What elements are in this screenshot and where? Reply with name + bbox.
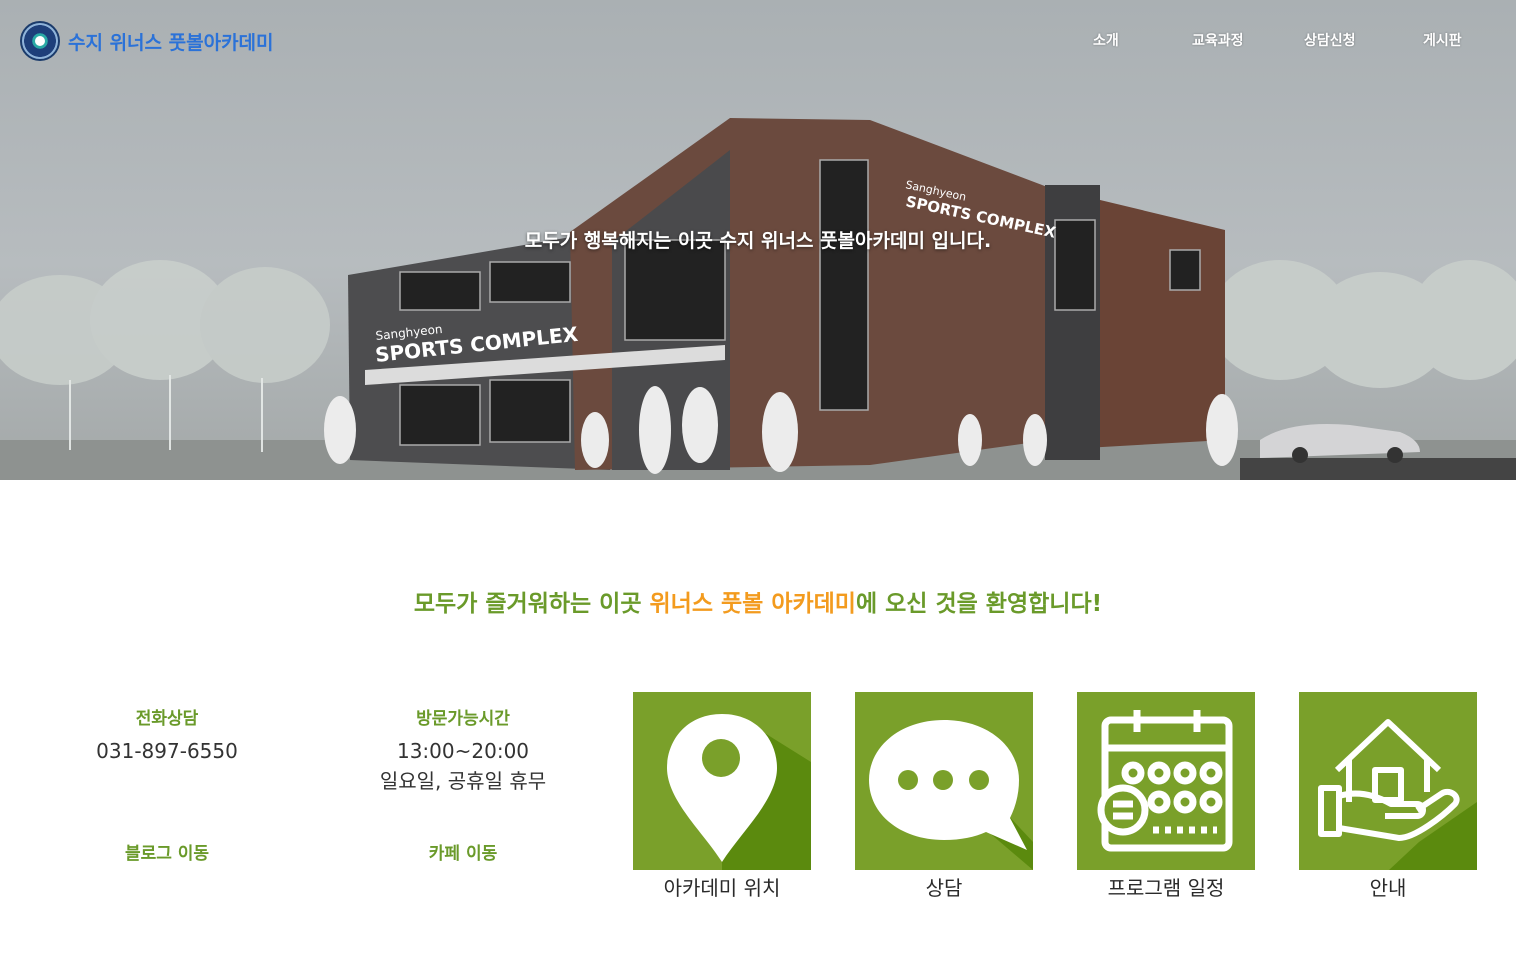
location-pin-icon — [667, 714, 811, 870]
top-navigation-bar: 수지 위너스 풋볼아카데미 소개 교육과정 상담신청 게시판 — [0, 0, 1516, 82]
hero-title: 모두가 행복해지는 이곳 수지 위너스 풋볼아카데미 입니다. — [524, 230, 992, 252]
tile-guide[interactable] — [1299, 692, 1477, 870]
nav-consult-request[interactable]: 상담신청 — [1304, 30, 1356, 50]
welcome-text-after: 에 오신 것을 환영합니다! — [855, 591, 1103, 617]
cafe-link[interactable]: 카페 이동 — [363, 839, 563, 864]
tile-caption-location[interactable]: 아카데미 위치 — [612, 872, 832, 901]
welcome-message: 모두가 즐거워하는 이곳 위너스 풋볼 아카데미에 오신 것을 환영합니다! — [0, 584, 1516, 618]
nav-board[interactable]: 게시판 — [1423, 30, 1462, 50]
phone-number: 031-897-6550 — [96, 739, 238, 763]
brand-name[interactable]: 수지 위너스 풋볼아카데미 — [68, 28, 274, 55]
phone-consult-label: 전화상담 — [135, 709, 199, 729]
tile-consultation[interactable] — [855, 692, 1033, 870]
chat-bubble-icon — [869, 720, 1033, 870]
tile-academy-location[interactable] — [633, 692, 811, 870]
welcome-highlight: 위너스 풋볼 아카데미 — [649, 591, 856, 617]
nav-intro[interactable]: 소개 — [1093, 30, 1119, 50]
closed-days-note: 일요일, 공휴일 휴무 — [379, 769, 547, 793]
tile-caption-consultation[interactable]: 상담 — [834, 872, 1054, 901]
blog-link[interactable]: 블로그 이동 — [67, 839, 267, 864]
calendar-icon — [1097, 710, 1233, 852]
welcome-text-before: 모두가 즐거워하는 이곳 — [413, 591, 650, 617]
academy-logo-icon[interactable] — [20, 21, 60, 61]
tile-caption-schedule[interactable]: 프로그램 일정 — [1056, 872, 1276, 901]
house-hand-icon — [1318, 719, 1477, 870]
visit-hours-label: 방문가능시간 — [416, 709, 510, 729]
tile-program-schedule[interactable] — [1077, 692, 1255, 870]
tile-caption-guide[interactable]: 안내 — [1278, 872, 1498, 901]
nav-courses[interactable]: 교육과정 — [1192, 30, 1244, 50]
visit-hours-value: 13:00~20:00 — [396, 739, 530, 763]
hero-banner: Sanghyeon SPORTS COMPLEX Sanghyeon SPORT… — [0, 0, 1516, 480]
